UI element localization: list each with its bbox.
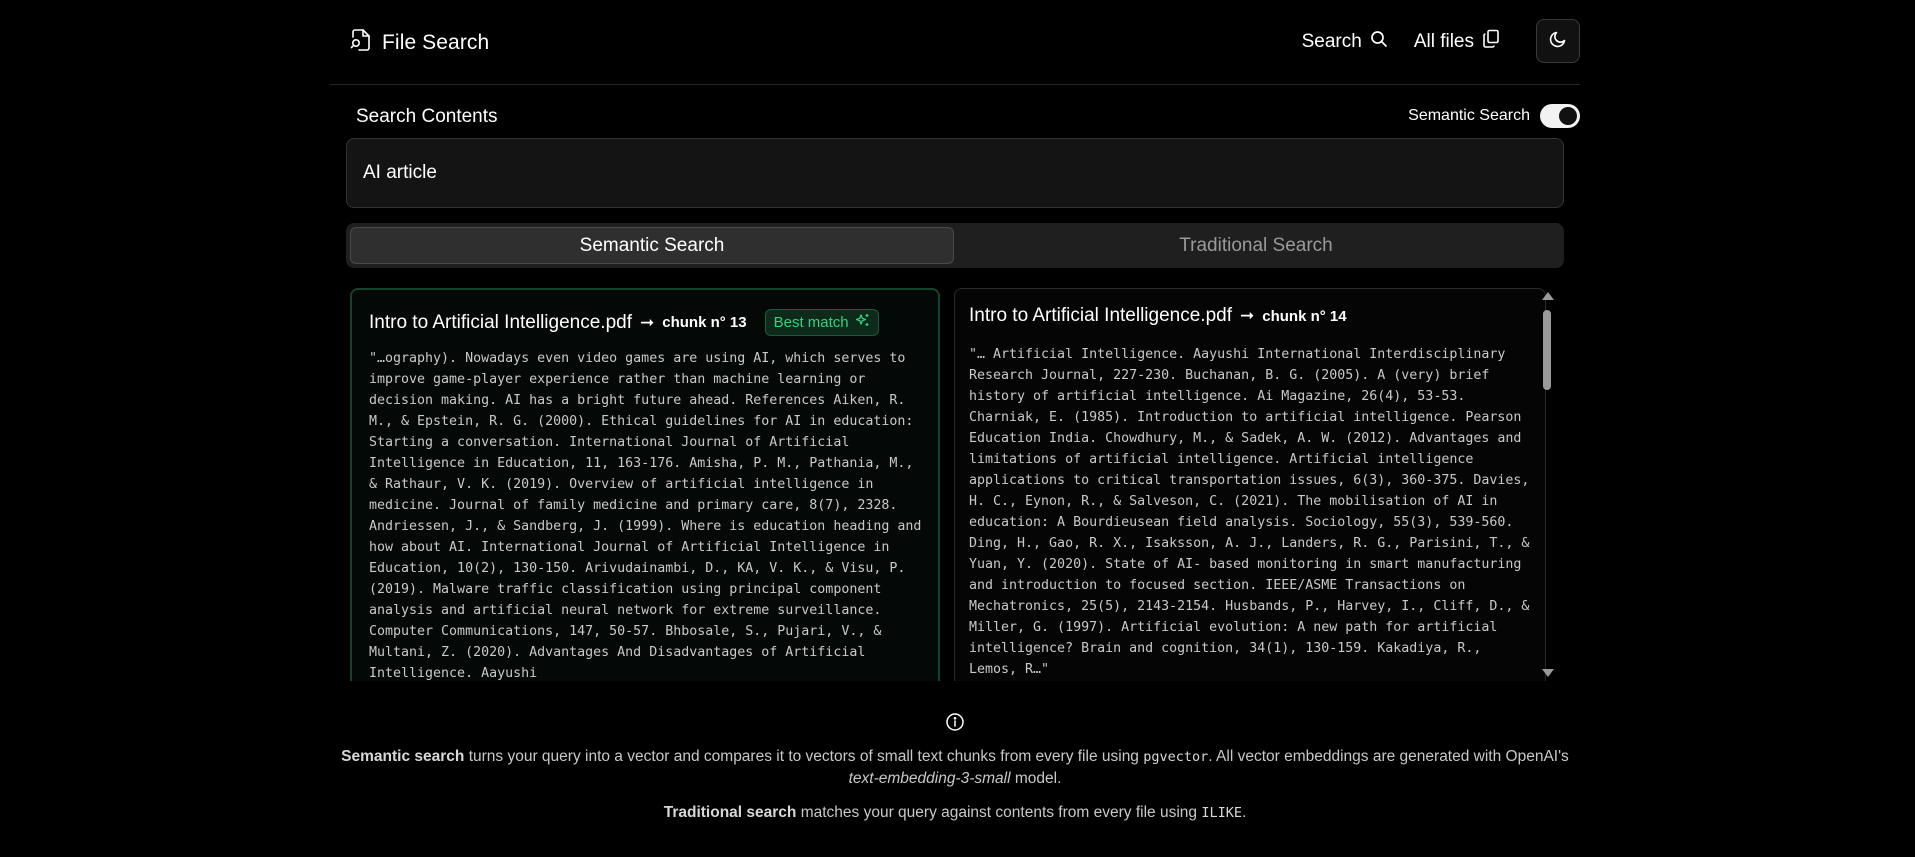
file-search-icon bbox=[350, 28, 372, 57]
semantic-term: Semantic search bbox=[341, 748, 465, 765]
arrow-icon: ➞ bbox=[1239, 306, 1255, 325]
result-chunk-number: chunk n° 14 bbox=[1262, 307, 1347, 325]
nav-search-link[interactable]: Search bbox=[1302, 30, 1388, 54]
model-name: text-embedding-3-small bbox=[848, 770, 1011, 787]
scroll-down-arrow[interactable] bbox=[1542, 669, 1554, 677]
moon-icon bbox=[1549, 30, 1567, 53]
results-list[interactable]: Intro to Artificial Intelligence.pdf ➞ c… bbox=[350, 288, 1564, 681]
traditional-search-info: Traditional search matches your query ag… bbox=[330, 802, 1580, 824]
top-nav: Search All files bbox=[1302, 29, 1500, 54]
result-snippet: "… Artificial Intelligence. Aayushi Inte… bbox=[969, 347, 1530, 677]
best-match-badge: Best match bbox=[764, 309, 879, 336]
tab-semantic-search[interactable]: Semantic Search bbox=[350, 227, 954, 264]
traditional-end: . bbox=[1241, 804, 1247, 821]
scroll-up-arrow[interactable] bbox=[1542, 292, 1554, 300]
semantic-text-1: turns your query into a vector and compa… bbox=[464, 748, 1144, 765]
semantic-text-3: model. bbox=[1010, 770, 1062, 787]
semantic-text-2: . All vector embeddings are generated wi… bbox=[1208, 748, 1569, 765]
theme-toggle-button[interactable] bbox=[1536, 19, 1580, 63]
semantic-search-info: Semantic search turns your query into a … bbox=[330, 746, 1580, 789]
search-mode-tabs: Semantic Search Traditional Search bbox=[346, 223, 1564, 268]
semantic-toggle-label: Semantic Search bbox=[1408, 107, 1530, 124]
top-bar: File Search Search All files bbox=[330, 0, 1580, 85]
result-file-name[interactable]: Intro to Artificial Intelligence.pdf bbox=[969, 305, 1232, 327]
semantic-toggle-row: Semantic Search bbox=[1408, 104, 1580, 128]
result-snippet: "…ography). Nowadays even video games ar… bbox=[369, 351, 922, 681]
result-card[interactable]: Intro to Artificial Intelligence.pdf ➞ c… bbox=[954, 288, 1546, 681]
arrow-icon: ➞ bbox=[639, 312, 655, 332]
sparkles-icon bbox=[855, 313, 870, 332]
best-match-label: Best match bbox=[773, 314, 849, 331]
copy-files-icon bbox=[1482, 29, 1500, 54]
result-chunk-number: chunk n° 13 bbox=[662, 314, 747, 331]
search-contents-label: Search Contents bbox=[356, 106, 498, 127]
nav-search-label: Search bbox=[1301, 30, 1362, 52]
result-card[interactable]: Intro to Artificial Intelligence.pdf ➞ c… bbox=[350, 288, 940, 681]
app: File Search Search All files Search Cont… bbox=[330, 0, 1580, 857]
nav-all-files-label: All files bbox=[1413, 30, 1474, 52]
toggle-knob bbox=[1559, 107, 1577, 125]
semantic-search-toggle[interactable] bbox=[1540, 104, 1580, 128]
nav-all-files-link[interactable]: All files bbox=[1414, 29, 1500, 54]
info-icon bbox=[945, 712, 965, 737]
results-scrollbar[interactable] bbox=[1540, 288, 1554, 681]
app-title: File Search bbox=[382, 30, 490, 54]
info-section: Semantic search turns your query into a … bbox=[330, 712, 1580, 821]
pgvector-code: pgvector bbox=[1143, 749, 1209, 765]
brand[interactable]: File Search bbox=[350, 28, 489, 57]
scroll-thumb[interactable] bbox=[1543, 310, 1551, 390]
ilike-code: ILIKE bbox=[1201, 805, 1242, 821]
result-header: Intro to Artificial Intelligence.pdf ➞ c… bbox=[369, 309, 879, 336]
traditional-text: matches your query against contents from… bbox=[796, 804, 1202, 821]
traditional-term: Traditional search bbox=[663, 804, 797, 821]
search-icon bbox=[1370, 30, 1388, 54]
result-header: Intro to Artificial Intelligence.pdf ➞ c… bbox=[969, 305, 1347, 327]
search-input[interactable] bbox=[347, 139, 1563, 207]
result-file-name[interactable]: Intro to Artificial Intelligence.pdf bbox=[369, 312, 632, 334]
search-box bbox=[346, 138, 1564, 208]
tab-traditional-search[interactable]: Traditional Search bbox=[954, 227, 1558, 264]
